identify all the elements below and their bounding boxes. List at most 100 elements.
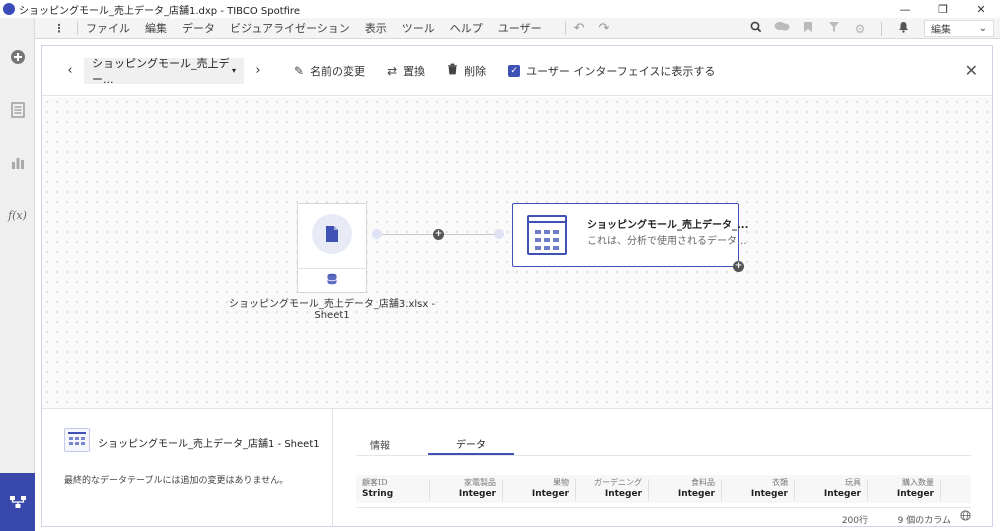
replace-label: 置換: [403, 64, 426, 78]
column-type: Integer: [823, 489, 861, 499]
settings-gear-icon[interactable]: ⚙: [847, 22, 873, 36]
menu-divider: [564, 21, 566, 35]
panel-toolbar: ‹ ショッピングモール_売上デー... ▾ › ✎ 名前の変更 ⇄ 置換 削除 …: [42, 46, 992, 96]
database-icon: [326, 273, 338, 288]
bookmark-icon[interactable]: [795, 21, 821, 36]
details-title: ショッピングモール_売上データ_店舗1 - Sheet1: [98, 439, 320, 450]
previous-arrow-icon[interactable]: ‹: [60, 63, 80, 78]
datasource-select[interactable]: ショッピングモール_売上デー... ▾: [84, 57, 244, 86]
rename-label: 名前の変更: [310, 64, 366, 78]
menu-user[interactable]: ユーザー: [498, 20, 542, 36]
menu-tools[interactable]: ツール: [402, 20, 435, 36]
column-name: 購入数量: [902, 478, 934, 487]
pencil-icon: ✎: [294, 63, 305, 78]
checkbox-checked-icon[interactable]: ✓: [508, 64, 521, 77]
column-divider: [940, 479, 941, 501]
minimize-button[interactable]: —: [886, 0, 924, 18]
details-tabs: 情報 データ: [356, 433, 514, 455]
row-count: 200行: [841, 516, 868, 526]
menu-divider: [881, 21, 882, 36]
tab-data[interactable]: データ: [428, 433, 514, 455]
trash-icon: [447, 63, 458, 78]
globe-icon[interactable]: [960, 510, 971, 524]
table-icon: [527, 215, 567, 255]
column-type: Integer: [677, 489, 715, 499]
connection-dot: [494, 229, 504, 239]
visualization-icon[interactable]: [0, 148, 35, 176]
column-name: ガーデニング: [594, 478, 642, 487]
menu-view[interactable]: 表示: [365, 20, 387, 36]
window-title: ショッピングモール_売上データ_店舗1.dxp - TIBCO Spotfire: [19, 5, 300, 17]
show-in-ui-checkbox[interactable]: ✓ ユーザー インターフェイスに表示する: [508, 63, 715, 79]
next-arrow-icon[interactable]: ›: [248, 63, 268, 78]
comments-icon[interactable]: [769, 21, 795, 36]
close-window-button[interactable]: ✕: [962, 0, 1000, 18]
replace-button[interactable]: ⇄ 置換: [387, 63, 425, 79]
add-after-table-icon[interactable]: +: [733, 261, 744, 272]
tab-info[interactable]: 情報: [356, 433, 404, 455]
delete-label: 削除: [464, 64, 487, 78]
column-header[interactable]: 購入数量 Integer: [867, 475, 940, 503]
menu-right-tools: ⚙ 編集 ⌄: [743, 18, 1000, 39]
menu-visualization[interactable]: ビジュアライゼーション: [230, 20, 350, 36]
left-rail: f(x): [0, 18, 35, 531]
add-icon[interactable]: [0, 43, 35, 71]
search-icon[interactable]: [743, 21, 769, 36]
rename-button[interactable]: ✎ 名前の変更: [294, 63, 365, 79]
menu-help[interactable]: ヘルプ: [450, 20, 483, 36]
delete-button[interactable]: 削除: [447, 63, 486, 79]
table-node-subtitle: これは、分析で使用されるデータ...: [587, 236, 747, 247]
pages-icon[interactable]: [0, 96, 35, 124]
notification-bell-icon[interactable]: [890, 21, 916, 36]
show-in-ui-label: ユーザー インターフェイスに表示する: [526, 64, 716, 78]
grid-footer: 200行 9 個のカラム: [356, 507, 971, 526]
redo-icon[interactable]: ↷: [598, 21, 609, 36]
data-flow-canvas[interactable]: ショッピングモール_売上データ_店舗3.xlsx - Sheet1 + ショッピ…: [42, 97, 992, 408]
source-node[interactable]: [297, 203, 367, 293]
data-canvas-icon[interactable]: [0, 473, 35, 531]
menu-edit[interactable]: 編集: [145, 20, 167, 36]
restore-button[interactable]: ❐: [924, 0, 962, 18]
column-name: 衣類: [772, 478, 788, 487]
data-canvas-panel: ‹ ショッピングモール_売上デー... ▾ › ✎ 名前の変更 ⇄ 置換 削除 …: [41, 45, 993, 527]
source-footer: [298, 268, 366, 292]
tab-divider: [356, 455, 971, 456]
column-name: 顧客ID: [362, 478, 388, 487]
menu-file[interactable]: ファイル: [86, 20, 130, 36]
column-header[interactable]: ガーデニング Integer: [575, 475, 648, 503]
edit-mode-select[interactable]: 編集 ⌄: [924, 20, 994, 37]
column-name: 玩具: [845, 478, 861, 487]
menu-data[interactable]: データ: [182, 20, 215, 36]
column-header[interactable]: 衣類 Integer: [721, 475, 794, 503]
column-header[interactable]: 家電製品 Integer: [429, 475, 502, 503]
column-type: Integer: [531, 489, 569, 499]
connection-dot: [372, 229, 382, 239]
menu-bar: ⋮ ファイル 編集 データ ビジュアライゼーション 表示 ツール ヘルプ ユーザ…: [35, 18, 1000, 39]
column-count: 9 個のカラム: [897, 516, 951, 526]
function-icon[interactable]: f(x): [0, 201, 35, 229]
table-node[interactable]: ショッピングモール_売上データ_... これは、分析で使用されるデータ...: [512, 203, 748, 267]
details-pane: ショッピングモール_売上データ_店舗1 - Sheet1 最終的なデータテーブル…: [42, 408, 992, 527]
file-icon: [312, 214, 352, 254]
undo-icon[interactable]: ↶: [574, 21, 585, 36]
more-menu-icon[interactable]: ⋮: [49, 22, 69, 35]
column-type: Integer: [896, 489, 934, 499]
column-header[interactable]: 食料品 Integer: [648, 475, 721, 503]
column-name: 果物: [553, 478, 569, 487]
column-header[interactable]: 果物 Integer: [502, 475, 575, 503]
close-panel-icon[interactable]: ✕: [965, 61, 978, 80]
column-header[interactable]: 玩具 Integer: [794, 475, 867, 503]
column-type: Integer: [458, 489, 496, 499]
filter-icon[interactable]: [821, 21, 847, 36]
table-icon: [64, 428, 90, 452]
data-preview-grid[interactable]: 顧客ID String 家電製品 Integer 果物 Integer ガーデニ…: [356, 475, 971, 503]
replace-icon: ⇄: [387, 63, 398, 78]
column-type: Integer: [604, 489, 642, 499]
source-label: ショッピングモール_売上データ_店舗3.xlsx - Sheet1: [228, 299, 436, 321]
window-titlebar: ショッピングモール_売上データ_店舗1.dxp - TIBCO Spotfire…: [0, 0, 1000, 18]
table-node-title: ショッピングモール_売上データ_...: [587, 220, 749, 231]
window-controls: — ❐ ✕: [886, 0, 1000, 18]
column-name: 食料品: [691, 478, 715, 487]
column-header[interactable]: 顧客ID String: [356, 475, 426, 503]
add-step-icon[interactable]: +: [433, 229, 444, 240]
